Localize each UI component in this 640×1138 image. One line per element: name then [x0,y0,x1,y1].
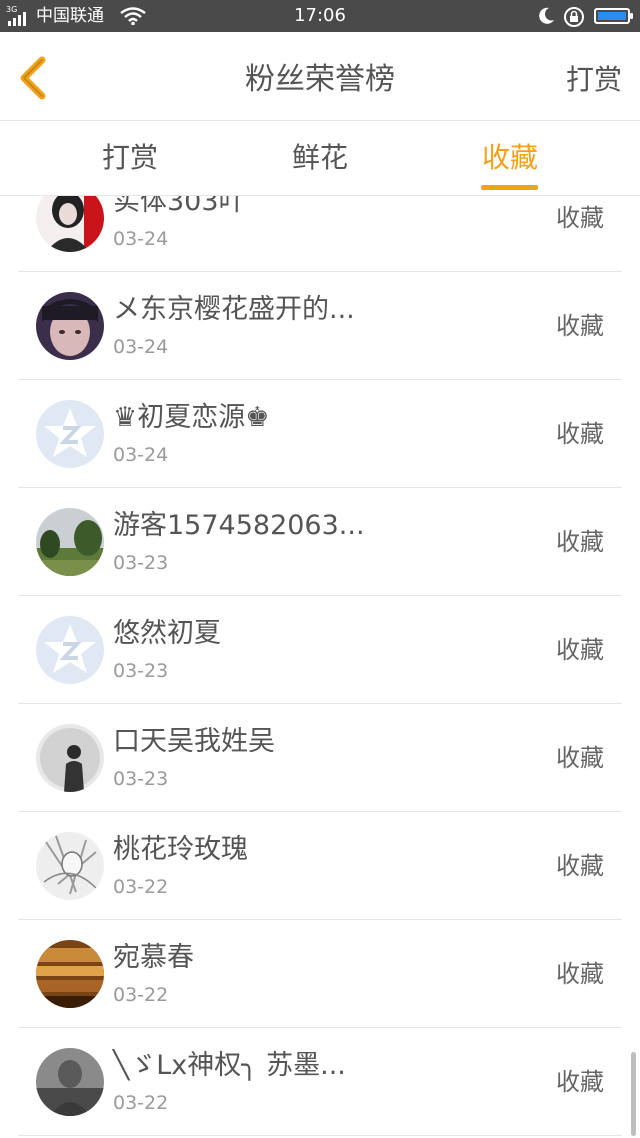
list-item[interactable]: 桃花玲玫瑰 03-22 收藏 [18,812,622,920]
default-avatar-icon[interactable] [36,616,104,684]
list-item[interactable]: メ东京樱花盛开的... 03-24 收藏 [18,272,622,380]
item-date: 03-23 [113,552,169,574]
list-item[interactable]: 宛慕春 03-22 收藏 [18,920,622,1028]
scrollbar[interactable] [631,1052,636,1136]
item-date: 03-22 [113,876,169,898]
default-avatar-icon[interactable] [36,400,104,468]
list-item[interactable]: 悠然初夏 03-23 收藏 [18,596,622,704]
list-item[interactable]: 游客1574582063... 03-23 收藏 [18,488,622,596]
item-date: 03-23 [113,768,169,790]
user-name: 桃花玲玫瑰 [113,834,248,865]
list-item[interactable]: ♛初夏恋源♚ 03-24 收藏 [18,380,622,488]
app-header: 粉丝荣誉榜 打赏 [0,32,640,121]
tab-favorites[interactable]: 收藏 [450,121,570,195]
item-type: 收藏 [556,312,604,340]
item-type: 收藏 [556,204,604,232]
user-name: ╲ゞLx神权╮ 苏墨... [113,1050,346,1081]
user-name: メ东京樱花盛开的... [113,294,355,325]
user-name: 实体303吖 [113,196,246,217]
page-title: 粉丝荣誉榜 [245,62,395,97]
tab-bar: 打赏 鲜花 收藏 [0,121,640,196]
item-date: 03-24 [113,336,169,358]
user-name: 口天吴我姓吴 [113,726,275,757]
item-type: 收藏 [556,420,604,448]
item-date: 03-24 [113,228,169,250]
item-type: 收藏 [556,744,604,772]
user-avatar[interactable] [36,292,104,360]
user-name: 游客1574582063... [113,510,365,541]
user-avatar[interactable] [36,940,104,1008]
user-name: ♛初夏恋源♚ [113,402,270,433]
rotation-lock-icon [564,7,584,27]
reward-button[interactable]: 打赏 [566,60,622,100]
user-avatar[interactable] [36,508,104,576]
user-avatar[interactable] [36,1048,104,1116]
item-date: 03-23 [113,660,169,682]
user-avatar[interactable] [36,724,104,792]
fan-list[interactable]: 实体303吖 03-24 收藏 メ东京樱花盛开的... 03-24 收藏 ♛初夏… [0,196,640,1138]
user-name: 宛慕春 [113,942,194,973]
user-avatar[interactable] [36,832,104,900]
tab-reward[interactable]: 打赏 [70,121,190,195]
user-name: 悠然初夏 [113,618,221,649]
item-date: 03-22 [113,984,169,1006]
moon-icon [539,7,554,24]
item-type: 收藏 [556,636,604,664]
list-item[interactable]: ╲ゞLx神权╮ 苏墨... 03-22 收藏 [18,1028,622,1136]
item-type: 收藏 [556,528,604,556]
item-type: 收藏 [556,1068,604,1096]
user-avatar[interactable] [36,196,104,252]
tab-flowers[interactable]: 鲜花 [260,121,380,195]
item-date: 03-24 [113,444,169,466]
status-bar: 3G 中国联通 17:06 [0,0,640,32]
item-type: 收藏 [556,852,604,880]
list-item[interactable]: 口天吴我姓吴 03-23 收藏 [18,704,622,812]
active-tab-indicator [481,185,538,190]
battery-icon [594,8,633,24]
list-item[interactable]: 实体303吖 03-24 收藏 [18,196,622,272]
item-type: 收藏 [556,960,604,988]
item-date: 03-22 [113,1092,169,1114]
